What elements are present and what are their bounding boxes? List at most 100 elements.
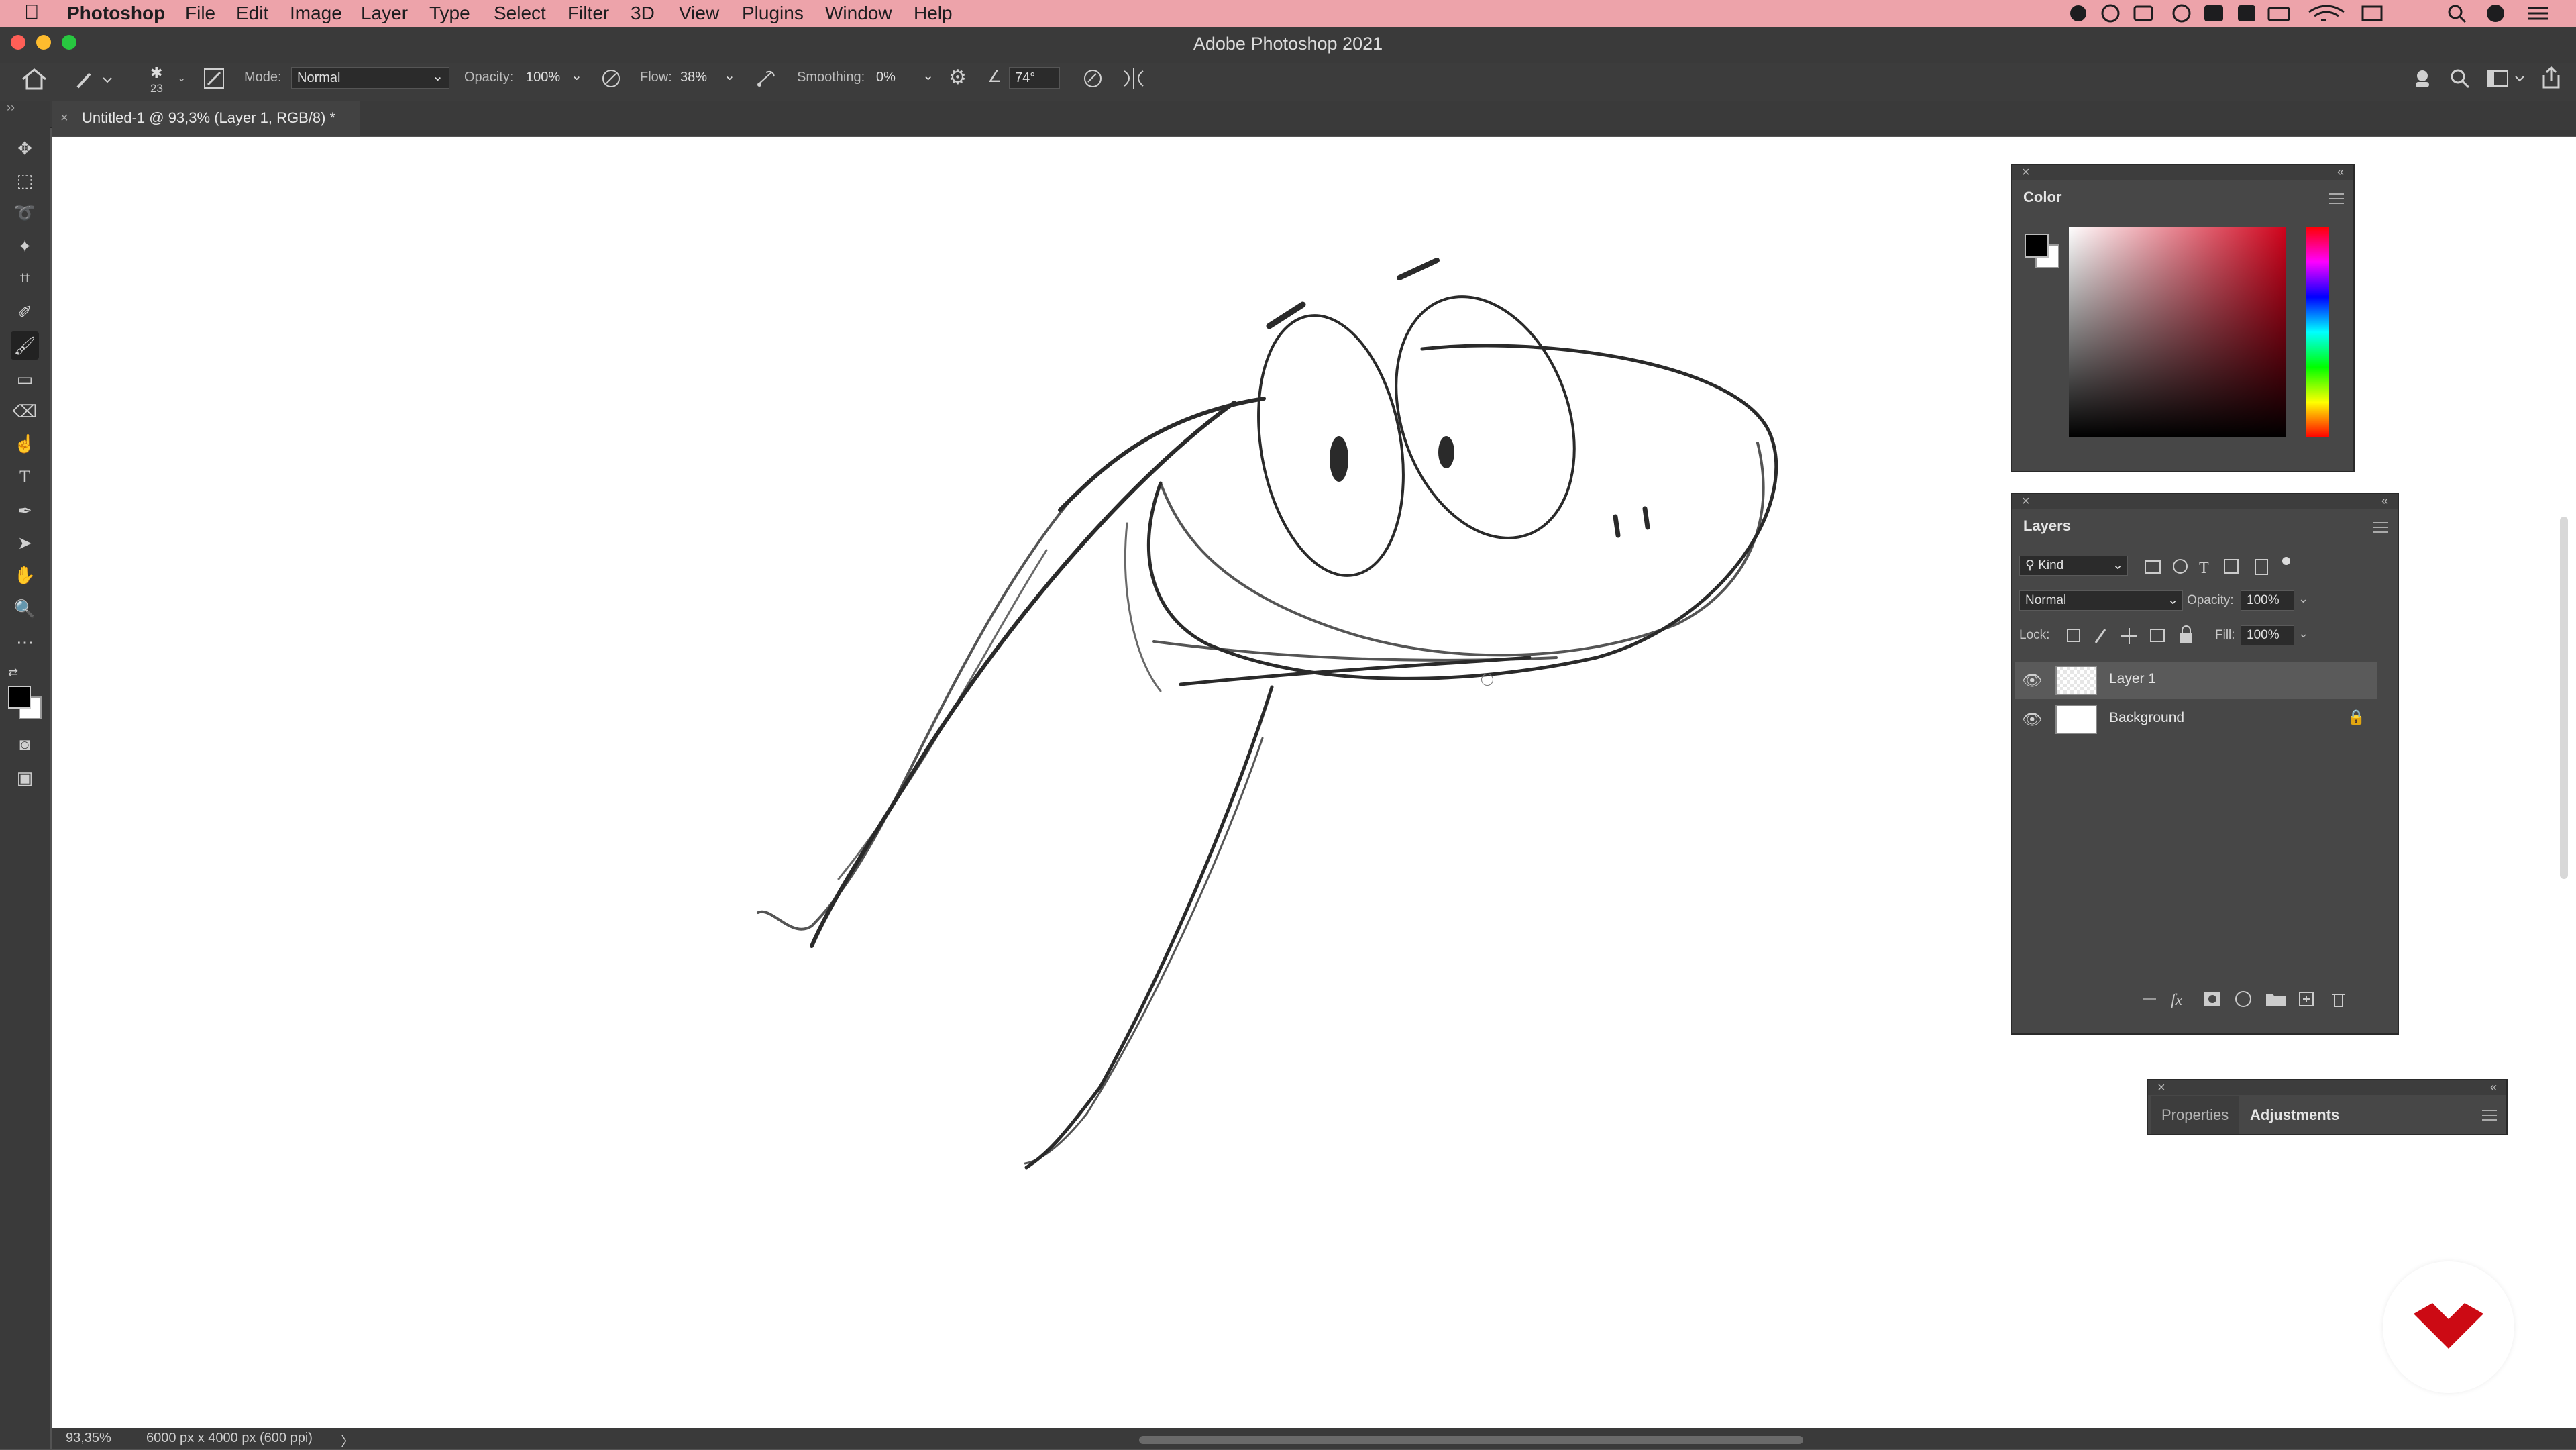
menu-file[interactable]: File: [185, 3, 215, 24]
collapse-icon[interactable]: «: [2337, 165, 2344, 179]
collapse-icon[interactable]: «: [2490, 1080, 2497, 1094]
document-tab[interactable]: × Untitled-1 @ 93,3% (Layer 1, RGB/8) *: [52, 101, 360, 138]
flow-value: 38%: [680, 70, 708, 85]
foreground-color-swatch[interactable]: [2025, 234, 2049, 258]
user-icon: [2487, 5, 2504, 22]
home-icon[interactable]: [20, 67, 48, 91]
layer-filter-select[interactable]: ⚲ Kind ⌄: [2019, 556, 2128, 576]
window-title: Adobe Photoshop 2021: [1193, 34, 1383, 54]
foreground-color-swatch[interactable]: [8, 686, 31, 709]
magic-wand-tool[interactable]: ✦: [11, 232, 39, 260]
blend-mode-select[interactable]: Normal ⌄: [2019, 590, 2183, 611]
layer-opacity-value: 100%: [2247, 593, 2279, 607]
menu-select[interactable]: Select: [494, 3, 546, 24]
status-menu-arrow[interactable]: 〉: [341, 1431, 354, 1450]
mode-select[interactable]: Normal ⌄: [291, 67, 449, 89]
share-icon[interactable]: [2540, 66, 2563, 90]
eraser-tool[interactable]: ⌫: [11, 397, 39, 425]
layers-footer-icons[interactable]: fx: [2137, 988, 2365, 1011]
layer-row-layer-1[interactable]: 👁 Layer 1: [2015, 662, 2377, 699]
flow-input[interactable]: 38% ⌄: [675, 67, 735, 89]
tab-properties[interactable]: Properties: [2151, 1096, 2240, 1134]
visibility-eye-icon[interactable]: 👁: [2022, 710, 2042, 729]
visibility-eye-icon[interactable]: 👁: [2022, 671, 2042, 690]
hue-slider[interactable]: [2306, 227, 2329, 437]
tab-adjustments[interactable]: Adjustments: [2239, 1096, 2351, 1134]
symmetry-icon[interactable]: [1122, 67, 1146, 90]
layers-panel-tab[interactable]: Layers: [2012, 510, 2082, 542]
menu-view[interactable]: View: [679, 3, 719, 24]
menu-plugins[interactable]: Plugins: [742, 3, 804, 24]
tools-panel: ›› ✥ ⬚ ➰ ✦ ⌗ ✐ 🖌 ▭ ⌫ ☝ T ✒ ➤ ✋ 🔍 ⋯ ⇄ ◙ ▣: [0, 101, 50, 1449]
color-field[interactable]: [2069, 227, 2286, 437]
color-panel: × « Color: [2011, 164, 2355, 472]
brush-size-picker[interactable]: ✱ 23 ⌄: [144, 64, 191, 98]
collapse-icon[interactable]: «: [2381, 494, 2388, 508]
hand-tool[interactable]: ✋: [11, 561, 39, 589]
close-icon[interactable]: ×: [2157, 1080, 2165, 1096]
smudge-tool[interactable]: ☝: [11, 429, 39, 458]
menu-edit[interactable]: Edit: [236, 3, 268, 24]
panel-menu-icon[interactable]: [2482, 1110, 2497, 1121]
chevron-down-icon[interactable]: ⌄: [2298, 592, 2308, 606]
color-panel-tab[interactable]: Color: [2012, 181, 2073, 213]
layer-opacity-input[interactable]: 100%: [2241, 590, 2294, 611]
smoothing-input[interactable]: 0% ⌄: [871, 67, 934, 89]
close-icon[interactable]: ×: [60, 101, 68, 136]
close-icon[interactable]: ×: [2022, 165, 2030, 180]
zoom-tool[interactable]: 🔍: [11, 594, 39, 623]
menu-3d[interactable]: 3D: [631, 3, 655, 24]
angle-input[interactable]: 74°: [1009, 67, 1060, 89]
panel-menu-icon[interactable]: [2329, 193, 2344, 204]
menu-layer[interactable]: Layer: [361, 3, 408, 24]
menu-help[interactable]: Help: [914, 3, 953, 24]
zoom-level[interactable]: 93,35%: [66, 1431, 111, 1446]
blend-mode-value: Normal: [2025, 593, 2067, 607]
panel-menu-icon[interactable]: [2373, 522, 2388, 533]
swap-colors-icon[interactable]: ⇄: [8, 666, 18, 680]
menu-type[interactable]: Type: [429, 3, 470, 24]
lock-icon[interactable]: 🔒: [2347, 709, 2365, 726]
airbrush-icon[interactable]: [754, 67, 778, 90]
fill-input[interactable]: 100%: [2241, 625, 2294, 645]
layer-filter-value: Kind: [2038, 558, 2064, 572]
vertical-scrollbar[interactable]: [2560, 517, 2568, 879]
marquee-tool[interactable]: ⬚: [11, 166, 39, 195]
menu-image[interactable]: Image: [290, 3, 342, 24]
pressure-opacity-icon[interactable]: [600, 67, 623, 90]
lasso-tool[interactable]: ➰: [11, 199, 39, 227]
chevron-down-icon[interactable]: ⌄: [2298, 627, 2308, 641]
share-account-icon[interactable]: [2411, 67, 2434, 90]
pen-tool[interactable]: ✒: [11, 497, 39, 525]
menu-window[interactable]: Window: [825, 3, 892, 24]
flow-label: Flow:: [640, 70, 672, 85]
brush-tool-preset-icon[interactable]: [74, 68, 114, 90]
eyedropper-tool[interactable]: ✐: [11, 298, 39, 326]
screen-mode-icon[interactable]: ▣: [11, 764, 39, 792]
brush-settings-icon[interactable]: [203, 67, 225, 90]
menu-filter[interactable]: Filter: [568, 3, 609, 24]
path-selection-tool[interactable]: ➤: [11, 529, 39, 557]
lock-options[interactable]: [2065, 624, 2199, 647]
more-tools-icon[interactable]: ⋯: [11, 628, 39, 656]
apple-icon[interactable]: : [24, 1, 40, 24]
panel-header: × «: [2012, 165, 2353, 180]
wifi-icon: [2308, 5, 2345, 21]
pressure-size-icon[interactable]: [1081, 67, 1104, 90]
close-icon[interactable]: ×: [2022, 494, 2030, 509]
horizontal-scrollbar[interactable]: [1139, 1436, 1803, 1444]
gradient-tool[interactable]: ▭: [11, 365, 39, 393]
brush-tool[interactable]: 🖌: [11, 331, 39, 360]
crop-tool[interactable]: ⌗: [11, 264, 39, 293]
opacity-input[interactable]: 100% ⌄: [521, 67, 582, 89]
search-icon[interactable]: [2449, 67, 2471, 90]
toolbar-collapse-icon[interactable]: ››: [7, 101, 15, 115]
quick-mask-icon[interactable]: ◙: [11, 730, 39, 758]
layer-row-background[interactable]: 👁 Background 🔒: [2015, 701, 2377, 738]
layer-filter-icons[interactable]: T: [2140, 556, 2308, 577]
gear-icon[interactable]: ⚙: [949, 66, 967, 89]
app-menu[interactable]: Photoshop: [67, 3, 165, 24]
type-tool[interactable]: T: [11, 463, 39, 491]
move-tool[interactable]: ✥: [11, 134, 39, 162]
workspace-switcher-icon[interactable]: [2486, 67, 2529, 90]
